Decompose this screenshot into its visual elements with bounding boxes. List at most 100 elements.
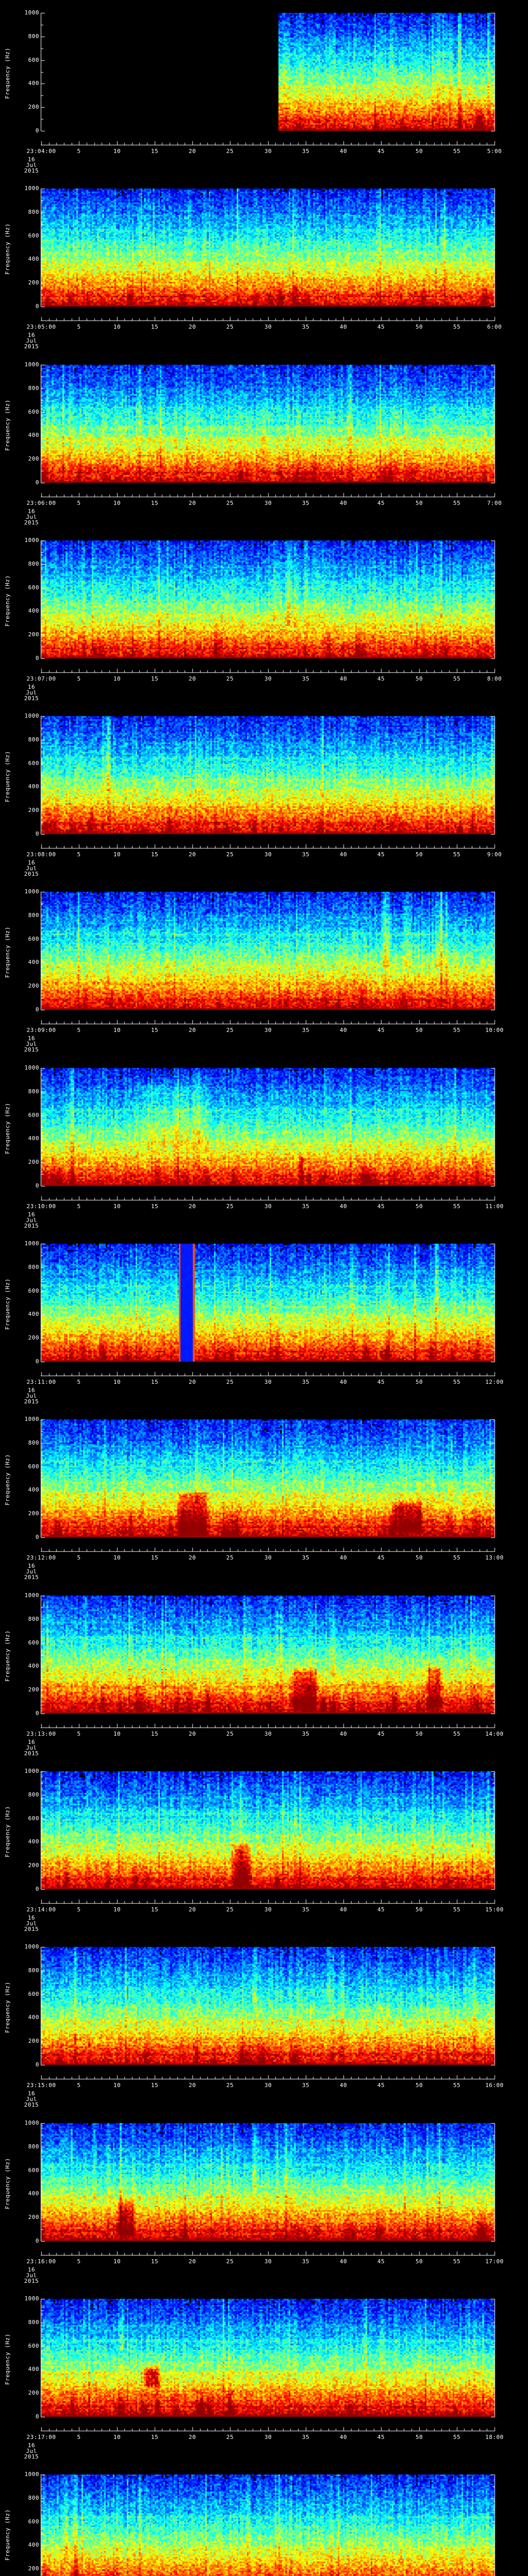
x-tick-label: 15 [151, 675, 159, 682]
x-tick-label: 40 [339, 500, 348, 506]
x-tick-label: 45 [377, 148, 385, 155]
x-tick-label: 25 [226, 1906, 234, 1913]
x-tick-label: 5 [77, 1906, 81, 1913]
y-tick-label: 600 [28, 1112, 39, 1118]
date-label: 2015 [24, 1574, 39, 1581]
y-axis-title: Frequency (Hz) [4, 2158, 11, 2209]
x-tick-label: 45 [377, 1203, 385, 1210]
x-tick-label: 50 [415, 2082, 423, 2089]
y-axis-title: Frequency (Hz) [4, 47, 11, 99]
x-tick-label: 45 [377, 2434, 385, 2441]
y-tick-label: 1000 [24, 888, 39, 895]
date-label: 2015 [24, 695, 39, 702]
x-tick-label: 5 [77, 500, 81, 506]
x-tick-label: 50 [415, 148, 423, 155]
y-tick-label: 600 [28, 2518, 39, 2525]
x-tick-label: 40 [339, 148, 348, 155]
x-tick-label: 30 [264, 324, 272, 330]
x-tick-label: 25 [226, 148, 234, 155]
y-axis-title: Frequency (Hz) [4, 1630, 11, 1682]
y-tick-label: 800 [28, 736, 39, 743]
x-tick-label: 20 [188, 324, 196, 330]
x-tick-label: 5 [77, 1731, 81, 1737]
y-tick-label: 1000 [24, 1416, 39, 1422]
x-tick-label: 55 [453, 2258, 461, 2265]
x-tick-label: 50 [415, 1379, 423, 1385]
y-tick-label: 200 [28, 2214, 39, 2221]
date-label: 2015 [24, 1926, 39, 1933]
x-tick-label: 15 [151, 1379, 159, 1385]
x-tick-label: 35 [302, 324, 310, 330]
y-axis-title: Frequency (Hz) [4, 2333, 11, 2385]
x-tick-label: 30 [264, 1203, 272, 1210]
y-axis-title: Frequency (Hz) [4, 1806, 11, 1857]
x-tick-label: 25 [226, 1203, 234, 1210]
x-tick-label: 20 [188, 1027, 196, 1033]
x-tick-label: 30 [264, 500, 272, 506]
x-tick-label: 15 [151, 148, 159, 155]
y-tick-label: 800 [28, 1264, 39, 1270]
x-tick-label: 30 [264, 1731, 272, 1737]
y-tick-label: 400 [28, 1311, 39, 1317]
y-tick-label: 0 [35, 303, 39, 310]
spectrogram-panel-230600: Frequency (Hz) 1000 800 600 400 200 0 23:06:00 5… [0, 352, 528, 528]
x-tick-label: 50 [415, 1731, 423, 1737]
date-label: 2015 [24, 2453, 39, 2460]
x-tick-label: 35 [302, 1906, 310, 1913]
x-tick-label: 45 [377, 1906, 385, 1913]
x-start-time-label: 23:07:00 [26, 675, 56, 682]
x-end-time-label: 6:00 [487, 324, 502, 330]
x-end-time-label: 15:00 [485, 1906, 504, 1913]
x-tick-label: 35 [302, 2434, 310, 2441]
y-tick-label: 1000 [24, 1064, 39, 1071]
spectrogram-panel-231400: Frequency (Hz) 1000 800 600 400 200 0 23:14:00 5… [0, 1758, 528, 1935]
x-tick-label: 10 [113, 2434, 121, 2441]
x-tick-label: 45 [377, 1379, 385, 1385]
y-tick-label: 1000 [24, 9, 39, 16]
x-tick-label: 20 [188, 1554, 196, 1561]
x-tick-label: 30 [264, 2434, 272, 2441]
y-tick-label: 800 [28, 1791, 39, 1798]
y-tick-label: 400 [28, 80, 39, 87]
y-tick-label: 800 [28, 1439, 39, 1446]
y-tick-label: 800 [28, 1616, 39, 1622]
x-tick-label: 55 [453, 324, 461, 330]
y-tick-label: 0 [35, 479, 39, 486]
y-tick-label: 800 [28, 2143, 39, 2150]
x-tick-label: 10 [113, 851, 121, 858]
x-tick-label: 45 [377, 675, 385, 682]
y-tick-label: 0 [35, 1710, 39, 1717]
y-tick-label: 200 [28, 279, 39, 286]
y-axis-title: Frequency (Hz) [4, 751, 11, 802]
spectrogram-panel-231200: Frequency (Hz) 1000 800 600 400 200 0 23:12:00 5… [0, 1406, 528, 1583]
x-tick-label: 45 [377, 1554, 385, 1561]
x-tick-label: 55 [453, 675, 461, 682]
y-tick-label: 200 [28, 2389, 39, 2396]
x-tick-label: 15 [151, 1027, 159, 1033]
x-tick-label: 10 [113, 1731, 121, 1737]
x-tick-label: 25 [226, 500, 234, 506]
x-tick-label: 35 [302, 500, 310, 506]
y-axis-title: Frequency (Hz) [4, 1454, 11, 1505]
date-label: 2015 [24, 2102, 39, 2108]
x-tick-label: 55 [453, 1554, 461, 1561]
x-tick-label: 25 [226, 675, 234, 682]
x-tick-label: 20 [188, 1203, 196, 1210]
x-start-time-label: 23:17:00 [26, 2434, 56, 2441]
y-tick-label: 600 [28, 57, 39, 63]
x-start-time-label: 23:14:00 [26, 1906, 56, 1913]
x-tick-label: 45 [377, 2082, 385, 2089]
x-tick-label: 55 [453, 1203, 461, 1210]
x-start-time-label: 23:16:00 [26, 2258, 56, 2265]
spectrogram-panel-231500: Frequency (Hz) 1000 800 600 400 200 0 23:15:00 5… [0, 1934, 528, 2110]
x-tick-label: 40 [339, 675, 348, 682]
x-end-time-label: 11:00 [485, 1203, 504, 1210]
x-tick-label: 40 [339, 2258, 348, 2265]
x-end-time-label: 8:00 [487, 675, 502, 682]
y-tick-label: 600 [28, 409, 39, 415]
x-tick-label: 10 [113, 2258, 121, 2265]
x-tick-label: 25 [226, 851, 234, 858]
x-tick-label: 55 [453, 1379, 461, 1385]
x-end-time-label: 13:00 [485, 1554, 504, 1561]
y-tick-label: 800 [28, 33, 39, 40]
